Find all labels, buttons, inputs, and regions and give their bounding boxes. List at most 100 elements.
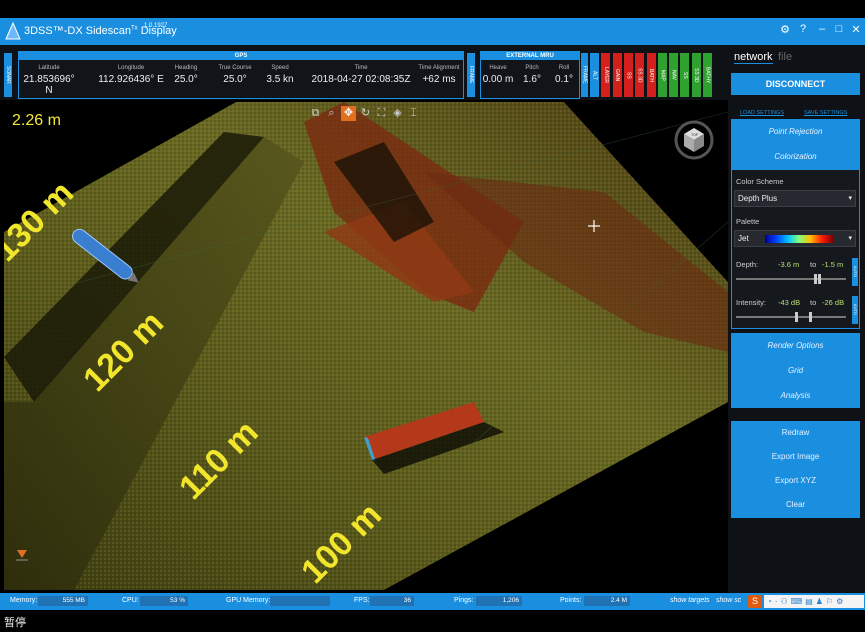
version-label: 1.0.1927 (144, 23, 168, 29)
depth-label: Depth: (736, 260, 759, 269)
fit-icon[interactable]: ⛶ (374, 106, 389, 121)
gps-field: Speed 3.5 kn (266, 65, 294, 85)
grid-section[interactable]: Grid (731, 358, 860, 383)
ime-toolbar[interactable]: ◔·⚇⌨▤♟⚐⚙ (764, 595, 864, 608)
mru-field: Pitch 1.6° (523, 65, 541, 85)
clear-button[interactable]: Clear (731, 493, 860, 517)
status-tab-ss-3d[interactable]: SS 3D (691, 53, 701, 97)
intensity-to-value: -26 dB (822, 298, 845, 307)
gps-frame-tab[interactable]: FRAME (467, 53, 475, 97)
action-buttons: Redraw Export Image Export XYZ Clear (731, 421, 860, 518)
svg-text:TOP: TOP (691, 133, 699, 137)
gpu-memory-label: GPU Memory: (226, 597, 271, 604)
chevron-down-icon: ▾ (848, 235, 852, 242)
sonar-tab[interactable]: SONAR (4, 53, 12, 97)
pings-label: Pings: (454, 597, 474, 604)
gps-panel: GPS Latitude 21.853696° N Longitude 112.92… (18, 51, 464, 99)
right-settings-panel: network file DISCONNECT LOAD SETTINGS SA… (728, 45, 865, 593)
top-info-panel: SONAR GPS Latitude 21.853696° N Longitude… (0, 45, 728, 100)
depth-to-value: -1.5 m (822, 260, 844, 269)
memory-value: 555 MB (38, 596, 88, 606)
export-image-button[interactable]: Export Image (731, 445, 860, 469)
tab-file[interactable]: file (778, 51, 792, 63)
status-tab-ss[interactable]: SS (680, 53, 690, 97)
status-tab-ss[interactable]: SS (623, 53, 633, 97)
status-tab-map[interactable]: MAP (657, 53, 667, 97)
gps-header: GPS (19, 52, 463, 60)
status-tab-layer[interactable]: LAYER (601, 53, 611, 97)
load-settings-link[interactable]: LOAD SETTINGS (740, 110, 784, 116)
chevron-down-icon: ▾ (848, 195, 852, 202)
export-xyz-button[interactable]: Export XYZ (731, 469, 860, 493)
gps-field: Time Alignment +62 ms (418, 65, 460, 85)
status-tab-bath[interactable]: BATH (646, 53, 656, 97)
intensity-to-word: to (810, 298, 817, 307)
render-options-section[interactable]: Render Options (731, 333, 860, 358)
color-scheme-label: Color Scheme (736, 177, 784, 186)
palette-label: Palette (736, 217, 760, 226)
gpu-memory-value (270, 596, 330, 606)
gps-field: Heading 25.0° (174, 65, 198, 85)
palette-select[interactable]: Jet ▾ (734, 230, 856, 247)
depth-to-word: to (810, 260, 817, 269)
cpu-label: CPU: (122, 597, 139, 604)
analysis-section[interactable]: Analysis (731, 383, 860, 408)
maximize-button[interactable]: □ (832, 23, 846, 35)
mru-field: Roll 0.1° (555, 65, 573, 85)
point-rejection-section[interactable]: Point Rejection (731, 119, 860, 144)
frame-icon[interactable]: ⌶ (406, 106, 421, 121)
status-tab-bathy[interactable]: BATHY (703, 53, 712, 97)
zoom-icon[interactable]: ⌕ (324, 106, 339, 121)
intensity-auto-button[interactable]: AUTO (852, 296, 858, 324)
mru-panel: EXTERNAL MRU Heave 0.00 m Pitch 1.6° Roll 0… (480, 51, 580, 99)
color-scheme-select[interactable]: Depth Plus ▾ (734, 190, 856, 207)
depth-range-slider[interactable] (736, 274, 846, 284)
mru-frame-tab[interactable]: FRAME (581, 53, 588, 97)
mid-sections: Render Options Grid Analysis (731, 333, 860, 408)
title-bar: 3DSS™-DX SidescanTx Display 1.0.1927 ⚙ ?… (0, 18, 865, 45)
target-icon[interactable]: ◈ (390, 106, 405, 121)
status-tab-gain[interactable]: GAIN (612, 53, 622, 97)
status-tab-nav[interactable]: NAV (669, 53, 679, 97)
gps-field: Latitude 21.853696° N (23, 65, 75, 96)
tab-network[interactable]: network (734, 51, 773, 64)
intensity-from-value: -43 dB (778, 298, 801, 307)
pan-icon[interactable]: ✥ (341, 106, 356, 121)
help-icon[interactable]: ? (796, 23, 810, 35)
settings-gear-icon[interactable]: ⚙ (778, 23, 792, 36)
show-targets-toggle[interactable]: show targets (670, 597, 710, 604)
cpu-value: 53 % (140, 596, 188, 606)
depth-min-handle[interactable] (813, 274, 817, 284)
points-value: 2.4 M (584, 596, 630, 606)
save-settings-link[interactable]: SAVE SETTINGS (804, 110, 847, 116)
redraw-button[interactable]: Redraw (731, 421, 860, 445)
colorization-section[interactable]: Colorization (731, 144, 860, 169)
intensity-max-handle[interactable] (809, 312, 813, 322)
depth-from-value: -3.6 m (778, 260, 800, 269)
top-sections: Point Rejection Colorization (731, 119, 860, 169)
depth-readout: 2.26 m (12, 112, 61, 129)
depth-max-handle[interactable] (818, 274, 822, 284)
gps-field: Time 2018-04-27 02:08:35Z (311, 65, 411, 85)
colorization-panel: Color Scheme Depth Plus ▾ Palette Jet ▾ … (731, 169, 860, 329)
ime-logo-icon[interactable]: S (748, 595, 762, 608)
fps-value: 36 (370, 596, 414, 606)
intensity-label: Intensity: (736, 298, 767, 307)
status-tab-ss-3d[interactable]: SS 3D (635, 53, 645, 97)
gps-field: Longitude 112.926436° E (98, 65, 164, 85)
status-tab-alt[interactable]: ALT (590, 53, 599, 97)
show-sc-toggle[interactable]: show sc (716, 597, 741, 604)
layers-icon[interactable]: ⧉ (308, 106, 323, 121)
pings-value: 1,206 (476, 596, 522, 606)
depth-auto-button[interactable]: AUTO (852, 258, 858, 286)
intensity-range-slider[interactable] (736, 312, 846, 322)
fps-label: FPS: (354, 597, 370, 604)
intensity-min-handle[interactable] (795, 312, 798, 322)
minimize-button[interactable]: – (815, 23, 829, 35)
3d-viewport[interactable]: TOP 2.26 m 130 m 120 m 110 m 100 m ⧉ ⌕ ✥… (4, 102, 728, 590)
rotate-icon[interactable]: ↻ (358, 106, 373, 121)
disconnect-button[interactable]: DISCONNECT (731, 73, 860, 95)
jet-palette-swatch (765, 235, 833, 243)
close-button[interactable]: ✕ (849, 23, 863, 36)
mru-field: Heave 0.00 m (482, 65, 514, 85)
